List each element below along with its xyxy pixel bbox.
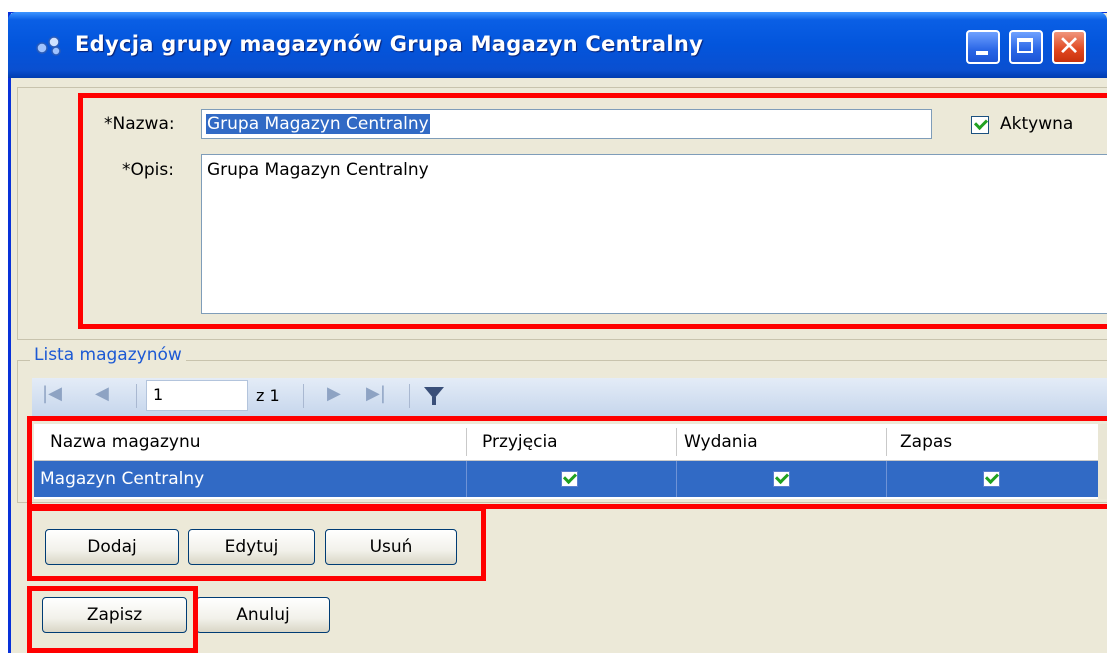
annotation-highlight-form xyxy=(78,93,1107,329)
page-count-label: z 1 xyxy=(256,386,280,405)
cancel-button[interactable]: Anuluj xyxy=(196,597,330,633)
first-page-icon[interactable]: |◀ xyxy=(42,383,62,404)
annotation-highlight-grid xyxy=(27,416,1107,509)
previous-page-icon[interactable]: ◀ xyxy=(95,383,109,404)
warehouse-list-legend: Lista magazynów xyxy=(30,345,186,365)
last-page-icon[interactable]: ▶| xyxy=(366,383,386,404)
annotation-highlight-buttons xyxy=(27,506,486,581)
page-number-input[interactable]: 1 xyxy=(146,380,248,411)
close-button[interactable]: ✕ xyxy=(1052,30,1086,64)
pager-separator xyxy=(409,384,410,408)
next-page-icon[interactable]: ▶ xyxy=(327,383,341,404)
annotation-highlight-save xyxy=(27,586,198,653)
warehouse-group-icon xyxy=(36,36,61,56)
maximize-icon xyxy=(1017,38,1033,53)
minimize-button[interactable] xyxy=(966,30,1000,64)
close-icon: ✕ xyxy=(1057,31,1081,62)
minimize-icon xyxy=(976,51,988,55)
pager-separator xyxy=(136,384,137,408)
pager-separator xyxy=(303,384,304,408)
filter-icon-stem xyxy=(432,397,436,405)
maximize-button[interactable] xyxy=(1009,30,1043,64)
window-title: Edycja grupy magazynów Grupa Magazyn Cen… xyxy=(75,32,704,56)
